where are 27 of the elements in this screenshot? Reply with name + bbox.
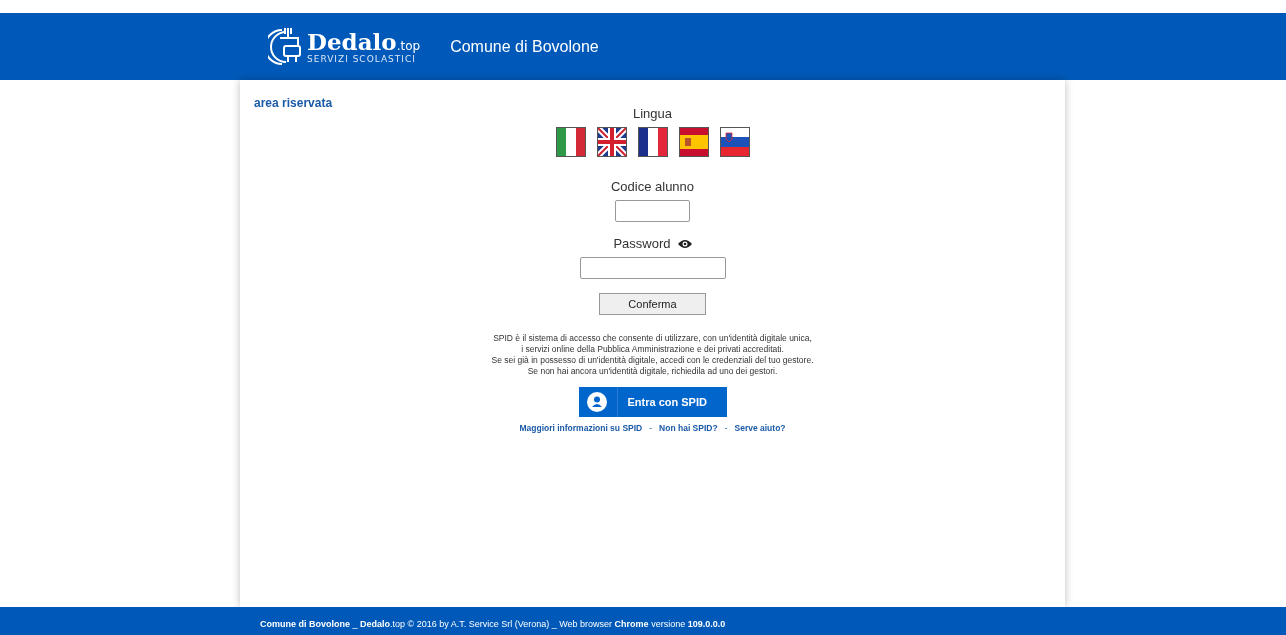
spid-login-button[interactable]: Entra con SPID [578,387,727,417]
code-input-field[interactable] [615,200,690,222]
code-label: Codice alunno [610,179,695,194]
header-title: Comune di Bovolone [450,37,599,56]
logo-tagline: SERVIZI SCOLASTICI [307,53,417,64]
flag-icon[interactable] [719,127,750,157]
password-input-field[interactable] [579,257,726,279]
logo-suffix: .top [396,38,421,53]
flag-icon[interactable] [678,127,709,157]
section-title: area riservata [254,96,333,110]
logo-icon [268,25,304,68]
spid-description: SPID è il sistema di accesso che consente di utilizzare, con un'identità digitale unica, i servizi online della Pubblica Amministrazione e dei privati accreditati. Se sei già in possesso di un'identità digitale, accedi con le credenziali del tuo gestore. Se non hai ancora un'identità digitale, richiedila ad uno dei gestori. [491,333,814,377]
flag-icon[interactable] [637,127,668,157]
flag-icon[interactable] [596,127,627,157]
link-separator: - [649,423,653,433]
help-link[interactable]: Maggiori informazioni su SPID [519,423,643,433]
language-label: Lingua [632,106,672,121]
help-link[interactable]: Non hai SPID? [659,423,718,433]
flag-icon[interactable] [555,127,586,157]
footer-text: Comune di Bovolone _ Dedalo.top © 2016 by A.T. Service Srl (Verona) _ Web browser Chrome versione 109.0.0.0 [260,618,726,629]
link-separator: - [724,423,728,433]
help-link[interactable]: Serve aiuto? [734,423,786,433]
confirm-button[interactable]: Conferma [599,293,706,315]
password-label: Password [613,236,671,251]
eye-icon[interactable] [677,238,692,249]
logo-name: Dedalo [307,29,397,54]
user-icon [586,392,607,412]
